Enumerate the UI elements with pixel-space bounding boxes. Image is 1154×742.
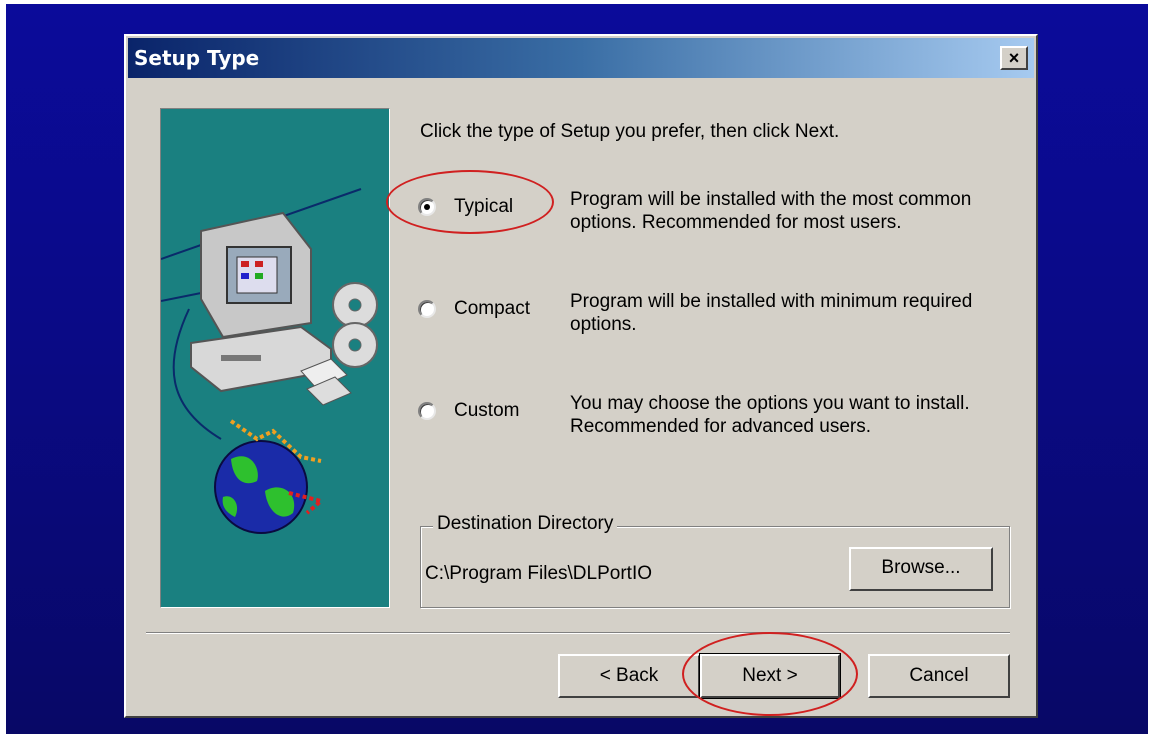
setup-type-dialog: Setup Type × Click the type of Setup you… [124, 34, 1038, 718]
instruction-text: Click the type of Setup you prefer, then… [420, 121, 840, 142]
setup-illustration [160, 108, 390, 608]
cancel-button[interactable]: Cancel [868, 654, 1010, 698]
compact-radio[interactable] [418, 300, 436, 318]
destination-directory-label: Destination Directory [433, 513, 618, 535]
title-bar[interactable]: Setup Type × [128, 38, 1034, 78]
computer-globe-icon [160, 188, 378, 534]
custom-radio[interactable] [418, 402, 436, 420]
destination-path: C:\Program Files\DLPortIO [425, 563, 652, 584]
back-button[interactable]: < Back [558, 654, 700, 698]
close-button[interactable]: × [1000, 46, 1028, 70]
compact-description: Program will be installed with minimum r… [570, 291, 973, 335]
separator-line [146, 632, 1010, 634]
custom-description: You may choose the options you want to i… [570, 393, 970, 437]
browse-button[interactable]: Browse... [849, 547, 993, 591]
window-title: Setup Type [134, 46, 260, 70]
compact-label[interactable]: Compact [454, 298, 530, 320]
destination-directory-group: Destination Directory C:\Program Files\D… [420, 513, 1010, 608]
next-highlight-circle [682, 632, 858, 716]
custom-label[interactable]: Custom [454, 400, 519, 422]
close-icon: × [1008, 48, 1020, 68]
typical-highlight-circle [386, 170, 554, 234]
typical-description: Program will be installed with the most … [570, 189, 972, 233]
